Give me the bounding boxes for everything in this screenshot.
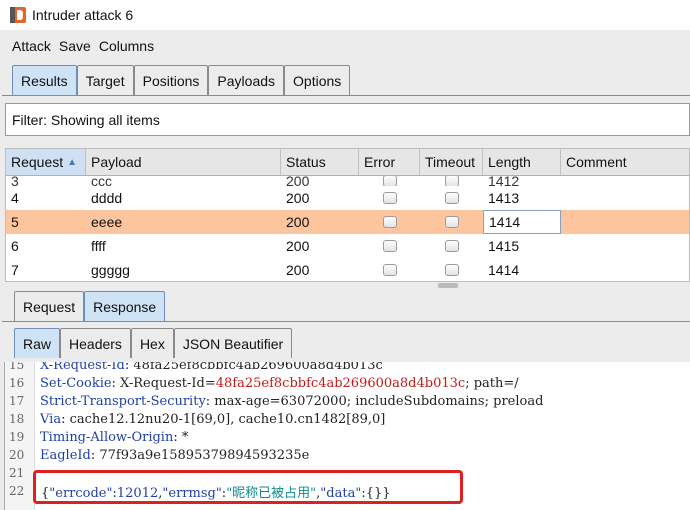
- length-cell-focused[interactable]: 1414: [483, 210, 561, 234]
- column-request[interactable]: Request ▲: [6, 149, 86, 175]
- column-comment[interactable]: Comment: [561, 149, 689, 175]
- error-checkbox: [382, 176, 397, 186]
- code-line: 18 Via: cache12.12nu20-1[69,0], cache10.…: [9, 411, 386, 427]
- filter-bar[interactable]: Filter: Showing all items: [5, 103, 690, 136]
- column-timeout[interactable]: Timeout: [420, 149, 483, 175]
- tab-target[interactable]: Target: [76, 65, 134, 95]
- table-row[interactable]: 3 ccc 200 1412: [6, 176, 689, 186]
- tab-headers[interactable]: Headers: [60, 328, 131, 358]
- column-status[interactable]: Status: [281, 149, 359, 175]
- tab-results[interactable]: Results: [12, 65, 77, 95]
- results-table: Request ▲ Payload Status Error Timeout Le…: [5, 148, 690, 282]
- message-view-tabs: Raw Headers Hex JSON Beautifier: [14, 328, 293, 358]
- menu-bar: Attack Save Columns: [0, 32, 690, 60]
- code-line: 19 Timing-Allow-Origin: *: [9, 429, 189, 445]
- code-line: 20 EagleId: 77f93a9e15895379894593235e: [9, 447, 310, 463]
- column-length[interactable]: Length: [483, 149, 561, 175]
- table-row[interactable]: 4 dddd 200 1413: [6, 186, 689, 210]
- tab-options[interactable]: Options: [284, 65, 351, 95]
- error-checkbox: [382, 216, 397, 228]
- column-error[interactable]: Error: [359, 149, 420, 175]
- code-line: 17 Strict-Transport-Security: max-age=63…: [9, 393, 544, 409]
- tab-hex[interactable]: Hex: [130, 328, 174, 358]
- timeout-checkbox: [444, 192, 459, 204]
- main-tabs: Results Target Positions Payloads Option…: [12, 65, 351, 95]
- table-body: 3 ccc 200 1412 4 dddd 200 1413 5 eeee 20…: [6, 176, 689, 281]
- window-title: Intruder attack 6: [32, 7, 134, 23]
- tab-payloads[interactable]: Payloads: [208, 65, 285, 95]
- code-line: 15 X-Request-Id: 48fa25ef8cbbfc4ab269600…: [9, 362, 383, 373]
- timeout-checkbox: [444, 216, 459, 228]
- code-line: 21: [9, 466, 25, 480]
- menu-attack[interactable]: Attack: [12, 38, 51, 54]
- code-line: 16 Set-Cookie: X-Request-Id=48fa25ef8cbb…: [9, 375, 519, 391]
- filter-text: Filter: Showing all items: [12, 111, 160, 128]
- table-row-selected[interactable]: 5 eeee 200 1414: [6, 210, 689, 234]
- tab-response[interactable]: Response: [84, 291, 166, 321]
- burp-logo-icon: [10, 7, 26, 23]
- table-row[interactable]: 7 ggggg 200 1414: [6, 258, 689, 281]
- rr-tabs-divider: [2, 321, 690, 322]
- request-response-tabs: Request Response: [14, 291, 166, 321]
- timeout-checkbox: [444, 264, 459, 276]
- error-checkbox: [382, 240, 397, 252]
- sort-ascending-icon: ▲: [67, 156, 78, 168]
- menu-save[interactable]: Save: [59, 38, 91, 54]
- error-checkbox: [382, 192, 397, 204]
- title-bar: Intruder attack 6: [0, 0, 690, 30]
- tab-json-beautifier[interactable]: JSON Beautifier: [173, 328, 293, 358]
- timeout-checkbox: [444, 176, 459, 186]
- table-header: Request ▲ Payload Status Error Timeout Le…: [6, 149, 689, 176]
- column-payload[interactable]: Payload: [86, 149, 281, 175]
- split-handle[interactable]: [438, 283, 458, 288]
- tab-positions[interactable]: Positions: [133, 65, 209, 95]
- tabs-divider: [2, 95, 690, 96]
- table-row[interactable]: 6 ffff 200 1415: [6, 234, 689, 258]
- red-highlight-box: [33, 470, 463, 504]
- tab-request[interactable]: Request: [14, 291, 85, 321]
- tab-raw[interactable]: Raw: [14, 328, 61, 358]
- menu-columns[interactable]: Columns: [99, 38, 154, 54]
- error-checkbox: [382, 264, 397, 276]
- timeout-checkbox: [444, 240, 459, 252]
